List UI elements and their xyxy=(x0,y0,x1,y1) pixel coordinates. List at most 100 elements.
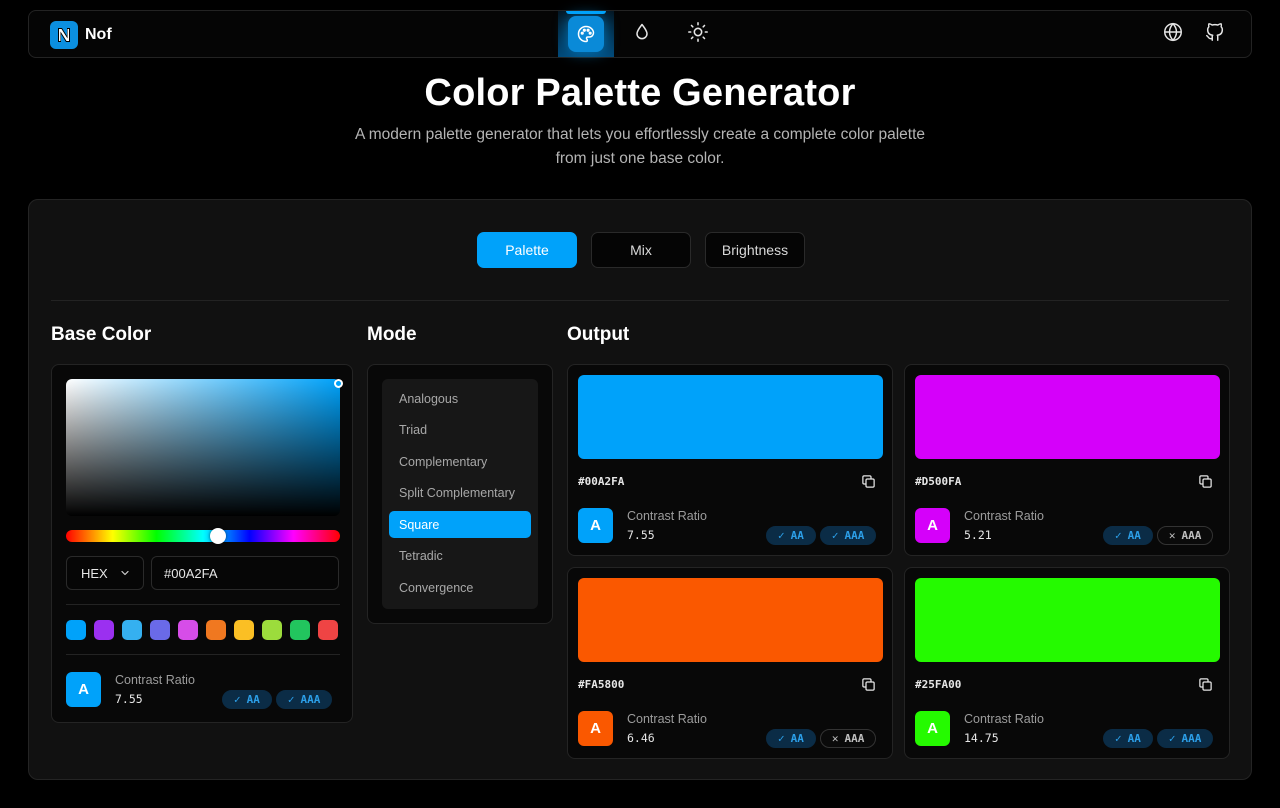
aaa-badge: ✓ AAA xyxy=(819,526,877,545)
preset-swatches xyxy=(66,620,338,640)
generator-panel: Palette Mix Brightness Base Color HEX #0… xyxy=(28,199,1252,780)
tab-palette[interactable]: Palette xyxy=(477,232,577,268)
palette-icon xyxy=(568,16,604,52)
saturation-value-picker[interactable] xyxy=(66,379,340,516)
contrast-label: Contrast Ratio xyxy=(964,509,1044,523)
mode-item-split-complementary[interactable]: Split Complementary xyxy=(389,480,531,507)
mode-item-square[interactable]: Square xyxy=(389,511,531,538)
check-icon: ✓ xyxy=(1115,529,1122,542)
globe-icon xyxy=(1162,21,1184,48)
hue-slider[interactable] xyxy=(66,530,340,542)
check-icon: ✓ xyxy=(778,529,785,542)
contrast-preview-chip: A xyxy=(915,711,950,746)
contrast-value: 6.46 xyxy=(627,731,655,745)
nav-mix-button[interactable] xyxy=(614,11,670,57)
aaa-label: AAA xyxy=(844,529,865,542)
language-button[interactable] xyxy=(1161,22,1185,46)
brand-logo-icon xyxy=(50,21,78,49)
aa-badge: ✓ AA xyxy=(766,729,816,748)
nav-palette-button[interactable] xyxy=(558,11,614,57)
mode-item-analogous[interactable]: Analogous xyxy=(389,385,531,412)
contrast-label: Contrast Ratio xyxy=(115,673,195,687)
preset-swatch[interactable] xyxy=(262,620,282,640)
color-format-select[interactable]: HEX xyxy=(66,556,144,590)
preset-swatch[interactable] xyxy=(122,620,142,640)
color-format-value: HEX xyxy=(81,565,108,581)
preset-swatch[interactable] xyxy=(206,620,226,640)
contrast-label: Contrast Ratio xyxy=(964,712,1044,726)
contrast-label: Contrast Ratio xyxy=(627,712,707,726)
check-icon: ✓ xyxy=(234,693,241,706)
mode-item-triad[interactable]: Triad xyxy=(389,417,531,444)
output-hex: #25FA00 xyxy=(915,678,962,691)
brand-name: Nof xyxy=(85,26,112,43)
aaa-label: AAA xyxy=(844,732,865,745)
output-hex: #D500FA xyxy=(915,475,962,488)
aa-label: AA xyxy=(790,732,804,745)
preset-swatch[interactable] xyxy=(234,620,254,640)
output-color-card: #00A2FA A Contrast Ratio 7.55 ✓ AA ✓ AAA xyxy=(567,364,893,556)
hue-slider-handle[interactable] xyxy=(210,528,226,544)
preset-swatch[interactable] xyxy=(178,620,198,640)
mode-item-tetradic[interactable]: Tetradic xyxy=(389,543,531,570)
tab-brightness[interactable]: Brightness xyxy=(705,232,805,268)
aa-badge: ✓ AA xyxy=(766,526,816,545)
aaa-badge: ✕ AAA xyxy=(1156,526,1214,545)
top-navbar: Nof xyxy=(28,10,1252,58)
output-contrast: A Contrast Ratio 7.55 xyxy=(578,508,707,543)
output-hex: #00A2FA xyxy=(578,475,625,488)
output-color-card: #FA5800 A Contrast Ratio 6.46 ✓ AA ✕ AAA xyxy=(567,567,893,759)
mode-item-convergence[interactable]: Convergence xyxy=(389,574,531,601)
wcag-badges: ✓ AA ✕ AAA xyxy=(1103,526,1214,545)
saturation-value-handle[interactable] xyxy=(334,379,343,388)
aa-label: AA xyxy=(1127,529,1141,542)
contrast-value: 7.55 xyxy=(115,692,143,706)
wcag-badges: ✓ AA ✓ AAA xyxy=(1103,729,1214,748)
output-swatch[interactable] xyxy=(578,375,883,459)
preset-swatch[interactable] xyxy=(150,620,170,640)
check-icon: ✓ xyxy=(287,693,295,706)
aa-label: AA xyxy=(1127,732,1141,745)
check-icon: ✓ xyxy=(778,732,785,745)
copy-icon[interactable] xyxy=(861,677,877,693)
section-divider xyxy=(51,300,1229,301)
tab-mix[interactable]: Mix xyxy=(591,232,691,268)
output-contrast: A Contrast Ratio 6.46 xyxy=(578,711,707,746)
hex-input[interactable] xyxy=(151,556,339,590)
mode-card: Analogous Triad Complementary Split Comp… xyxy=(367,364,553,624)
mode-title: Mode xyxy=(367,324,417,345)
aaa-label: AAA xyxy=(300,693,321,706)
copy-icon[interactable] xyxy=(1198,474,1214,490)
contrast-preview-chip: A xyxy=(578,508,613,543)
output-contrast: A Contrast Ratio 14.75 xyxy=(915,711,1044,746)
wcag-badges: ✓ AA ✓ AAA xyxy=(766,526,877,545)
contrast-label: Contrast Ratio xyxy=(627,509,707,523)
contrast-preview-chip: A xyxy=(915,508,950,543)
copy-icon[interactable] xyxy=(861,474,877,490)
output-color-card: #D500FA A Contrast Ratio 5.21 ✓ AA ✕ AAA xyxy=(904,364,1230,556)
aaa-badge: ✓ AAA xyxy=(275,690,333,709)
output-swatch[interactable] xyxy=(915,375,1220,459)
preset-swatch[interactable] xyxy=(66,620,86,640)
output-swatch[interactable] xyxy=(915,578,1220,662)
base-contrast: A Contrast Ratio 7.55 xyxy=(66,672,195,707)
output-swatch[interactable] xyxy=(578,578,883,662)
preset-swatch[interactable] xyxy=(290,620,310,640)
github-button[interactable] xyxy=(1203,22,1227,46)
check-icon: ✓ xyxy=(1115,732,1122,745)
aaa-label: AAA xyxy=(1181,529,1202,542)
mode-item-complementary[interactable]: Complementary xyxy=(389,448,531,475)
wcag-badges: ✓ AA ✕ AAA xyxy=(766,729,877,748)
preset-swatch[interactable] xyxy=(94,620,114,640)
preset-swatch[interactable] xyxy=(318,620,338,640)
base-color-card: HEX A Contrast Ratio 7.55 xyxy=(51,364,353,723)
output-hex: #FA5800 xyxy=(578,678,625,691)
contrast-value: 14.75 xyxy=(964,731,999,745)
nav-brightness-button[interactable] xyxy=(670,11,726,57)
page-title: Color Palette Generator xyxy=(424,72,856,114)
aaa-badge: ✓ AAA xyxy=(1156,729,1214,748)
chevron-down-icon xyxy=(119,567,131,582)
copy-icon[interactable] xyxy=(1198,677,1214,693)
mode-tabs: Palette Mix Brightness xyxy=(477,232,805,268)
brand[interactable]: Nof xyxy=(50,21,112,49)
